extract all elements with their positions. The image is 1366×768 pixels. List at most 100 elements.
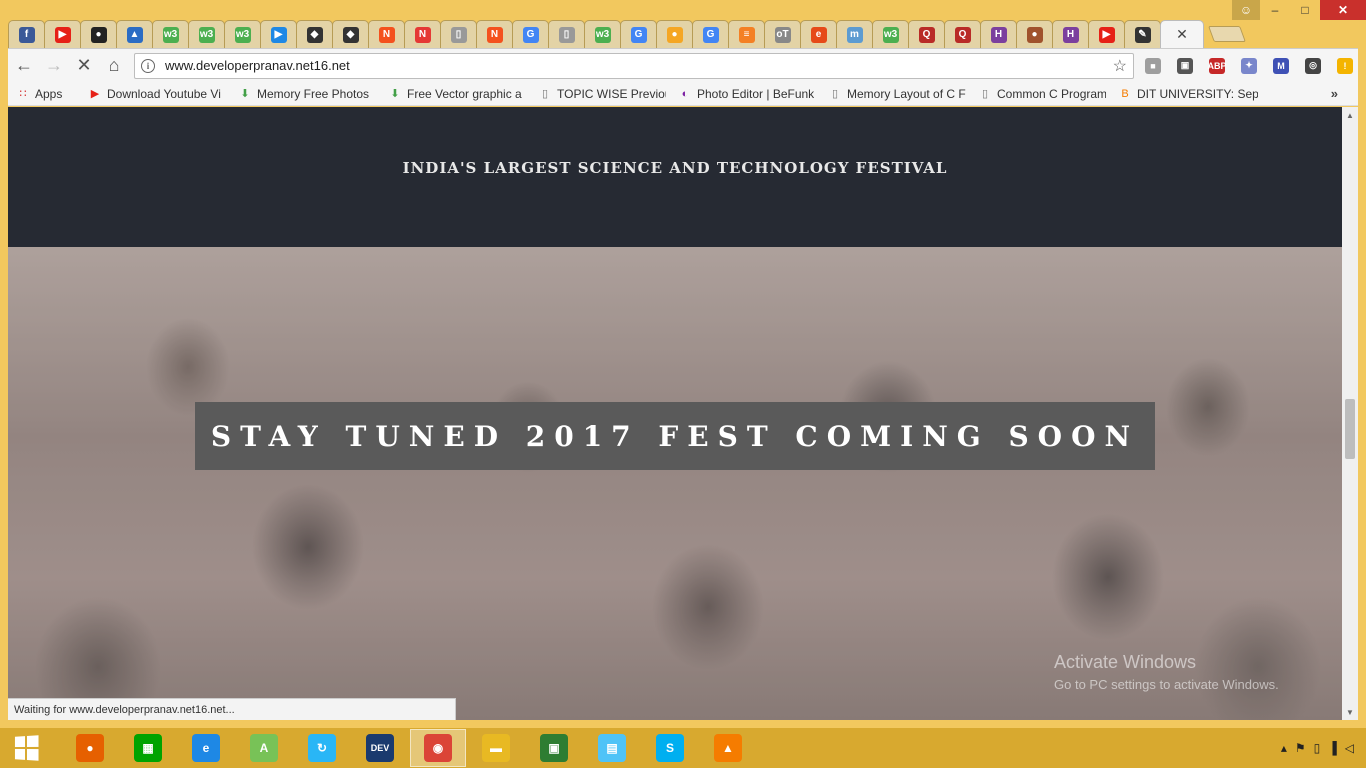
browser-tab[interactable]: w3: [152, 20, 189, 48]
browser-tab[interactable]: ▶: [44, 20, 81, 48]
address-bar[interactable]: i www.developerpranav.net16.net ☆: [134, 52, 1134, 79]
w3-icon: w3: [882, 26, 899, 43]
browser-tab[interactable]: oT: [764, 20, 801, 48]
browser-tab[interactable]: G: [512, 20, 549, 48]
browser-tab[interactable]: w3: [584, 20, 621, 48]
owl-icon: ●: [1026, 26, 1043, 43]
youtube-icon: ▶: [1098, 26, 1115, 43]
extension-button[interactable]: ◎: [1300, 53, 1326, 79]
network-signal-icon[interactable]: ▐: [1328, 741, 1337, 755]
taskbar-app-button[interactable]: e: [178, 729, 234, 767]
browser-tab[interactable]: N: [476, 20, 513, 48]
taskbar-app-button[interactable]: ▤: [584, 729, 640, 767]
extension-button[interactable]: !: [1332, 53, 1358, 79]
taskbar-app-button[interactable]: ↻: [294, 729, 350, 767]
bookmark-item[interactable]: ⬇ Memory Free Photos: [238, 87, 376, 101]
browser-tab[interactable]: G: [692, 20, 729, 48]
bookmark-star-icon[interactable]: ☆: [1113, 56, 1127, 76]
browser-tab[interactable]: w3: [872, 20, 909, 48]
back-button[interactable]: ←: [10, 52, 38, 80]
browser-tab[interactable]: G: [620, 20, 657, 48]
show-hidden-icons-icon[interactable]: ▴: [1281, 741, 1287, 755]
extension-button[interactable]: M: [1268, 53, 1294, 79]
close-window-button[interactable]: ✕: [1320, 0, 1366, 20]
browser-tab[interactable]: ◆: [296, 20, 333, 48]
start-button[interactable]: [0, 728, 52, 768]
site-info-icon[interactable]: i: [141, 58, 155, 73]
battery-icon[interactable]: ▯: [1314, 741, 1321, 755]
orange-circle-icon: ●: [666, 26, 683, 43]
browser-tab[interactable]: N: [404, 20, 441, 48]
user-profile-button[interactable]: ☺: [1232, 0, 1260, 20]
page-viewport: INDIA'S LARGEST SCIENCE AND TECHNOLOGY F…: [8, 107, 1342, 720]
scroll-up-icon[interactable]: ▲: [1342, 107, 1358, 123]
taskbar-app-button[interactable]: ◉: [410, 729, 466, 767]
bookmark-label: Memory Layout of C F: [847, 86, 966, 101]
taskbar-app-button[interactable]: A: [236, 729, 292, 767]
extension-button[interactable]: ABP: [1204, 53, 1230, 79]
browser-tab[interactable]: Q: [908, 20, 945, 48]
new-tab-button[interactable]: [1208, 26, 1246, 42]
browser-tab[interactable]: ▲: [116, 20, 153, 48]
taskbar-app-button[interactable]: ▲: [700, 729, 756, 767]
h-icon: H: [1062, 26, 1079, 43]
home-button[interactable]: ⌂: [100, 52, 128, 80]
browser-tab[interactable]: ▯: [440, 20, 477, 48]
browser-tab[interactable]: Q: [944, 20, 981, 48]
extension-button[interactable]: ▣: [1172, 53, 1198, 79]
browser-tab[interactable]: e: [800, 20, 837, 48]
taskbar-app-button[interactable]: ▬: [468, 729, 524, 767]
taskbar-app-button[interactable]: S: [642, 729, 698, 767]
browser-tab[interactable]: m: [836, 20, 873, 48]
bookmarks-overflow-chevron-icon[interactable]: »: [1331, 86, 1338, 101]
bookmark-item[interactable]: ⬇ Free Vector graphic a: [388, 87, 526, 101]
browser-tab[interactable]: H: [1052, 20, 1089, 48]
briefcase-icon: ▣: [1177, 57, 1193, 74]
browser-tab[interactable]: N: [368, 20, 405, 48]
vertical-scrollbar[interactable]: ▲ ▼: [1342, 107, 1358, 720]
banner-text: STAY TUNED 2017 FEST COMING SOON: [210, 419, 1140, 453]
browser-tab[interactable]: ▶: [260, 20, 297, 48]
scrollbar-thumb[interactable]: [1345, 399, 1355, 459]
bookmark-item[interactable]: ▯ TOPIC WISE Previous: [538, 87, 666, 101]
scroll-down-icon[interactable]: ▼: [1342, 704, 1358, 720]
browser-tab[interactable]: ≡: [728, 20, 765, 48]
minimize-button[interactable]: –: [1260, 0, 1290, 20]
browser-tab[interactable]: f: [8, 20, 45, 48]
forward-button[interactable]: →: [40, 52, 68, 80]
browser-tab[interactable]: ●: [656, 20, 693, 48]
browser-tab[interactable]: ◆: [332, 20, 369, 48]
bookmark-item[interactable]: ▯ Common C Programn: [978, 87, 1106, 101]
n-icon: N: [414, 26, 431, 43]
maximize-button[interactable]: □: [1290, 0, 1320, 20]
bookmark-item[interactable]: ▯ Memory Layout of C F: [828, 87, 966, 101]
bookmark-item[interactable]: ▶ Download Youtube Vi: [88, 87, 226, 101]
browser-tab[interactable]: ●: [1016, 20, 1053, 48]
browser-tab[interactable]: w3: [188, 20, 225, 48]
taskbar-app-button[interactable]: ●: [62, 729, 118, 767]
extension-button[interactable]: ✦: [1236, 53, 1262, 79]
bookmark-item[interactable]: ◐ Photo Editor | BeFunk: [678, 87, 816, 101]
browser-tab[interactable]: w3: [224, 20, 261, 48]
browser-tab[interactable]: H: [980, 20, 1017, 48]
facebook-icon: f: [18, 26, 35, 43]
browser-tab[interactable]: ▶: [1088, 20, 1125, 48]
active-browser-tab[interactable]: ✕: [1160, 20, 1204, 48]
bookmark-item[interactable]: B DIT UNIVERSITY: Sept: [1118, 87, 1258, 101]
browser-tab[interactable]: ●: [80, 20, 117, 48]
loading-status-bar: Waiting for www.developerpranav.net16.ne…: [8, 698, 456, 720]
fox-icon: ◆: [306, 26, 323, 43]
browser-tab[interactable]: ▯: [548, 20, 585, 48]
url-text[interactable]: www.developerpranav.net16.net: [165, 58, 1113, 73]
action-center-flag-icon[interactable]: ⚑: [1295, 741, 1306, 755]
bookmark-item[interactable]: ∷ Apps: [16, 87, 76, 101]
browser-tab[interactable]: ✎: [1124, 20, 1161, 48]
taskbar-app-button[interactable]: ▦: [120, 729, 176, 767]
extension-button[interactable]: ■: [1140, 53, 1166, 79]
stop-loading-button[interactable]: ✕: [70, 52, 98, 80]
festival-tagline: INDIA'S LARGEST SCIENCE AND TECHNOLOGY F…: [402, 159, 948, 177]
close-tab-icon[interactable]: ✕: [1176, 26, 1188, 43]
taskbar-app-button[interactable]: ▣: [526, 729, 582, 767]
taskbar-app-button[interactable]: DEV: [352, 729, 408, 767]
volume-icon[interactable]: ◁: [1345, 741, 1354, 755]
